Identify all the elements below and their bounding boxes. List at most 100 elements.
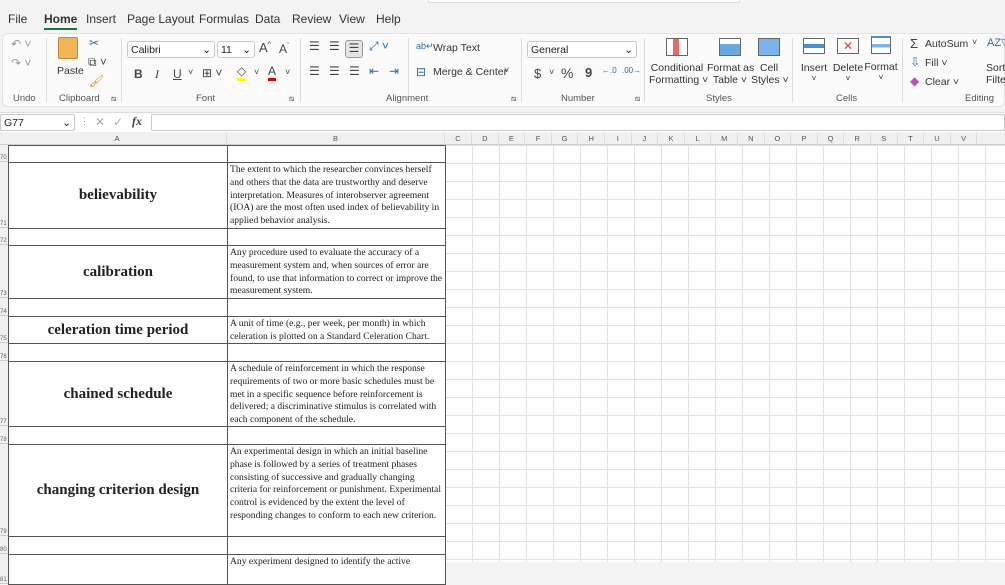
term-cell[interactable]: believability <box>8 162 228 229</box>
decrease-indent-icon[interactable]: ⇤ <box>369 64 379 78</box>
name-box[interactable]: G77 ⌄ <box>0 114 75 131</box>
tab-formulas[interactable]: Formulas <box>199 12 249 26</box>
align-left-icon[interactable]: ☰ <box>309 64 320 78</box>
underline-button[interactable]: U <box>173 67 182 81</box>
more-options-icon[interactable]: ⋮ <box>80 116 89 127</box>
chevron-down-icon[interactable]: ˅ <box>254 67 259 77</box>
column-header-K[interactable]: K <box>658 133 685 145</box>
redo-icon[interactable]: ↷ ˅ <box>11 56 31 70</box>
italic-button[interactable]: I <box>155 67 159 82</box>
row-header[interactable]: 78 <box>0 426 8 444</box>
row-header[interactable]: 76 <box>0 343 8 361</box>
tab-help[interactable]: Help <box>376 12 401 26</box>
column-header-N[interactable]: N <box>738 133 765 145</box>
column-header-G[interactable]: G <box>552 133 579 145</box>
align-center-icon[interactable]: ☰ <box>329 64 340 78</box>
enter-icon[interactable]: ✓ <box>113 115 123 129</box>
definition-cell[interactable]: A schedule of reinforcement in which the… <box>227 361 446 427</box>
column-header-B[interactable]: B <box>227 133 445 145</box>
row-header[interactable]: 70 <box>0 145 8 162</box>
bold-button[interactable]: B <box>134 67 143 81</box>
undo-icon[interactable]: ↶ ˅ <box>11 37 31 51</box>
column-header-H[interactable]: H <box>578 133 605 145</box>
column-header-E[interactable]: E <box>499 133 526 145</box>
column-header-I[interactable]: I <box>605 133 632 145</box>
alignment-launcher-icon[interactable]: ⧅ <box>511 94 516 104</box>
definition-cell[interactable] <box>227 298 446 317</box>
chevron-down-icon[interactable]: ˅ <box>188 67 193 77</box>
insert-cells-button[interactable]: Insert ˅ <box>799 38 829 88</box>
increase-decimal-icon[interactable]: ←.0 <box>602 66 617 75</box>
term-cell[interactable] <box>8 145 228 163</box>
align-middle-icon[interactable]: ☰ <box>329 39 340 53</box>
term-cell[interactable] <box>8 536 228 555</box>
chevron-down-icon[interactable]: ˅ <box>285 67 290 77</box>
paste-button[interactable]: Paste <box>55 37 84 85</box>
tab-data[interactable]: Data <box>255 12 280 26</box>
orientation-icon[interactable]: ⤢ ˅ <box>369 39 389 54</box>
percent-button[interactable]: % <box>561 65 573 81</box>
chevron-down-icon[interactable]: ˅ <box>549 67 554 77</box>
insert-function-icon[interactable]: fx <box>132 114 142 129</box>
fill-button[interactable]: ⇩ Fill ˅ <box>910 55 950 71</box>
row-header[interactable]: 71 <box>0 162 8 228</box>
term-cell[interactable]: changing criterion design <box>8 444 228 537</box>
column-header-R[interactable]: R <box>844 133 871 145</box>
tab-page-layout[interactable]: Page Layout <box>127 12 194 26</box>
definition-cell[interactable]: Any procedure used to evaluate the accur… <box>227 245 446 299</box>
column-header-C[interactable]: C <box>445 133 472 145</box>
column-header-D[interactable]: D <box>472 133 499 145</box>
definition-cell[interactable]: A unit of time (e.g., per week, per mont… <box>227 316 446 344</box>
align-right-icon[interactable]: ☰ <box>349 64 360 78</box>
clear-button[interactable]: ◆ Clear ˅ <box>910 74 960 90</box>
definition-cell[interactable] <box>227 536 446 555</box>
conditional-formatting-button[interactable]: Conditional Formatting ˅ <box>649 38 708 88</box>
column-header-M[interactable]: M <box>711 133 738 145</box>
row-header[interactable]: 73 <box>0 245 8 298</box>
worksheet-grid[interactable]: 70 71 believability The extent to which the… <box>0 145 1005 585</box>
decrease-decimal-icon[interactable]: .00→ <box>622 66 641 75</box>
formula-input[interactable] <box>151 114 1005 131</box>
number-format-dropdown[interactable]: General ⌄ <box>527 41 637 58</box>
currency-button[interactable]: $ <box>534 66 541 81</box>
term-cell[interactable] <box>8 298 228 317</box>
align-top-icon[interactable]: ☰ <box>309 39 320 53</box>
column-header-Q[interactable]: Q <box>818 133 845 145</box>
definition-cell[interactable] <box>227 228 446 246</box>
column-header-S[interactable]: S <box>871 133 898 145</box>
definition-cell[interactable] <box>227 145 446 163</box>
fill-color-icon[interactable]: ◇ <box>237 64 247 81</box>
definition-cell[interactable]: Any experiment designed to identify the … <box>227 554 446 585</box>
format-as-table-button[interactable]: Format as Table ˅ <box>707 38 754 88</box>
tab-review[interactable]: Review <box>292 12 331 26</box>
font-size-dropdown[interactable]: 11 ⌄ <box>217 41 255 58</box>
clipboard-launcher-icon[interactable]: ⧅ <box>111 94 116 104</box>
merge-center-button[interactable]: ⊟ Merge & Center ˅ <box>416 65 516 81</box>
tab-file[interactable]: File <box>8 12 27 26</box>
increase-font-size-icon[interactable]: A^ <box>259 40 271 55</box>
term-cell[interactable]: chained schedule <box>8 361 228 427</box>
font-color-icon[interactable]: A <box>268 64 277 81</box>
tab-view[interactable]: View <box>339 12 365 26</box>
row-header[interactable]: 75 <box>0 316 8 343</box>
delete-cells-button[interactable]: ✕ Delete ˅ <box>831 38 865 88</box>
definition-cell[interactable] <box>227 426 446 445</box>
format-painter-icon[interactable]: 🖌 <box>89 74 104 88</box>
font-name-dropdown[interactable]: Calibri ⌄ <box>127 41 215 58</box>
column-header-L[interactable]: L <box>685 133 712 145</box>
column-header-V[interactable]: V <box>951 133 978 145</box>
borders-icon[interactable]: ⊞ ˅ <box>202 66 222 80</box>
column-header-P[interactable]: P <box>791 133 818 145</box>
cancel-icon[interactable]: ✕ <box>95 115 105 129</box>
tab-insert[interactable]: Insert <box>86 12 116 26</box>
font-launcher-icon[interactable]: ⧅ <box>289 94 294 104</box>
row-header[interactable]: 80 <box>0 536 8 554</box>
row-header[interactable]: 79 <box>0 444 8 536</box>
row-header[interactable]: 77 <box>0 361 8 426</box>
row-header[interactable]: 72 <box>0 228 8 245</box>
autosum-button[interactable]: Σ AutoSum ˅ <box>910 36 982 52</box>
definition-cell[interactable]: The extent to which the researcher convi… <box>227 162 446 229</box>
comma-button[interactable]: 9 <box>585 65 592 80</box>
term-cell[interactable] <box>8 228 228 246</box>
definition-cell[interactable] <box>227 343 446 362</box>
